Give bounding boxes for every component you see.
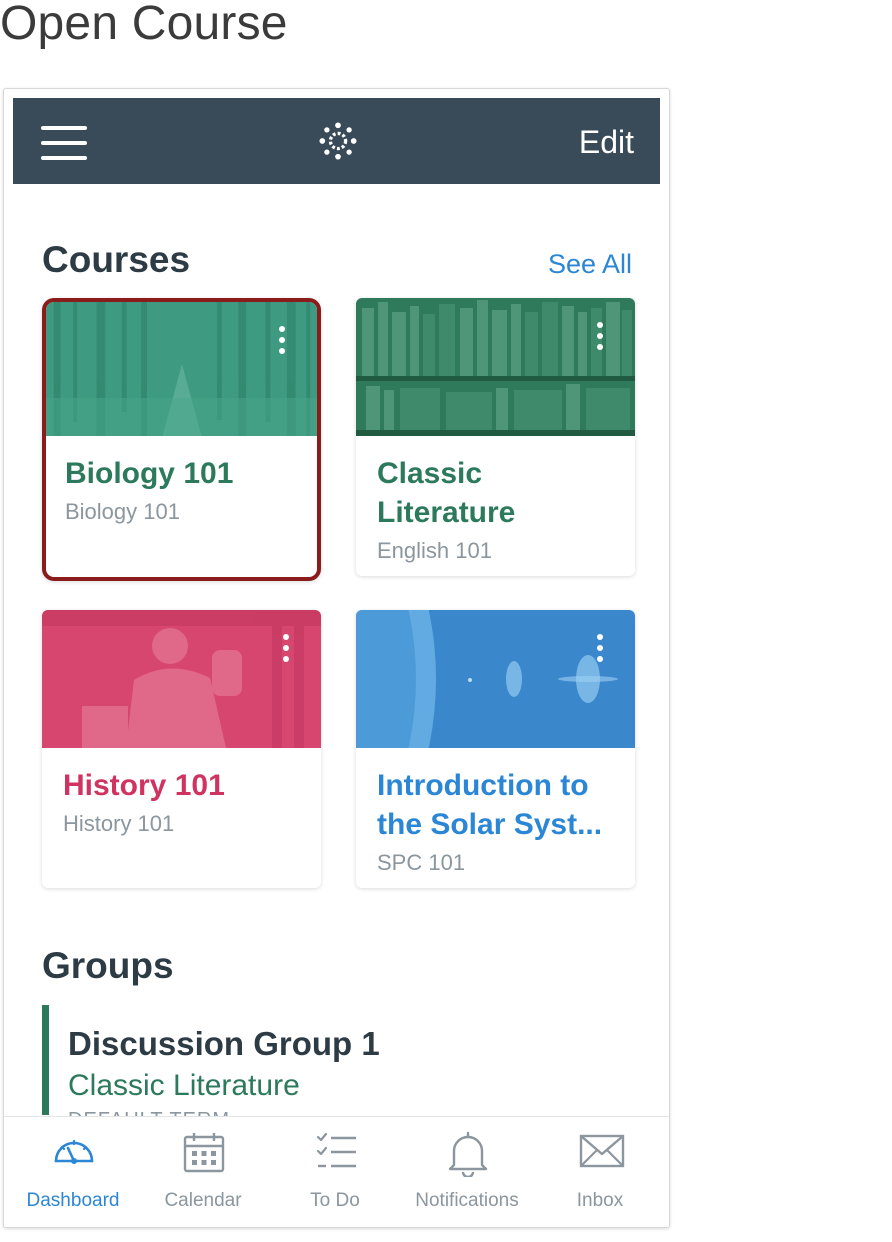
dashboard-icon (54, 1139, 94, 1164)
course-options-icon[interactable] (279, 326, 285, 356)
bell-icon (448, 1131, 488, 1177)
course-options-icon[interactable] (597, 322, 603, 352)
lincoln-statue-image (42, 610, 321, 748)
courses-section-title: Courses (42, 239, 191, 280)
envelope-icon (579, 1134, 625, 1168)
course-code: History 101 (63, 811, 175, 836)
group-item-discussion-group-1[interactable]: Discussion Group 1 Classic Literature DE… (42, 1005, 642, 1131)
forest-image (46, 302, 317, 436)
course-title: Biology 101 (65, 457, 234, 490)
tab-calendar[interactable]: Calendar (138, 1117, 268, 1227)
tab-todo[interactable]: To Do (270, 1117, 400, 1227)
group-name: Discussion Group 1 (68, 1025, 380, 1062)
canvas-logo-icon (319, 122, 357, 160)
course-title: Introduction to the Solar Syst... (377, 769, 603, 841)
planets-image (356, 610, 635, 748)
course-card-classic-literature[interactable]: Classic Literature English 101 (356, 298, 635, 576)
group-color-bar (42, 1005, 49, 1115)
course-title: Classic Literature (377, 457, 516, 529)
phone-screen: Edit Courses See All Biology 101 Biology… (3, 88, 670, 1228)
course-card-biology[interactable]: Biology 101 Biology 101 (42, 298, 321, 581)
tab-notifications[interactable]: Notifications (402, 1117, 532, 1227)
todo-list-icon (316, 1132, 356, 1168)
tab-inbox[interactable]: Inbox (535, 1117, 665, 1227)
top-navigation-bar: Edit (13, 98, 660, 184)
page-heading: Open Course (0, 0, 288, 50)
tab-label: Calendar (164, 1190, 242, 1211)
bookshelf-image (356, 298, 635, 436)
course-card-history[interactable]: History 101 History 101 (42, 610, 321, 888)
tab-label: Notifications (415, 1190, 519, 1211)
course-code: SPC 101 (377, 850, 466, 875)
tab-label: Dashboard (26, 1190, 120, 1211)
course-code: Biology 101 (65, 499, 180, 524)
menu-icon[interactable] (41, 126, 87, 160)
edit-button[interactable]: Edit (579, 124, 634, 161)
group-course: Classic Literature (68, 1069, 300, 1102)
tab-label: To Do (310, 1190, 360, 1211)
see-all-link[interactable]: See All (548, 249, 632, 280)
groups-section-title: Groups (42, 945, 174, 986)
course-code: English 101 (377, 538, 492, 563)
course-options-icon[interactable] (283, 634, 289, 664)
course-title: History 101 (63, 769, 225, 802)
bottom-tab-bar: Dashboard Calendar To Do Notifications I… (4, 1116, 669, 1227)
tab-dashboard[interactable]: Dashboard (8, 1117, 138, 1227)
tab-label: Inbox (576, 1190, 624, 1211)
course-card-solar-system[interactable]: Introduction to the Solar Syst... SPC 10… (356, 610, 635, 888)
calendar-icon (183, 1133, 225, 1173)
course-options-icon[interactable] (597, 634, 603, 664)
